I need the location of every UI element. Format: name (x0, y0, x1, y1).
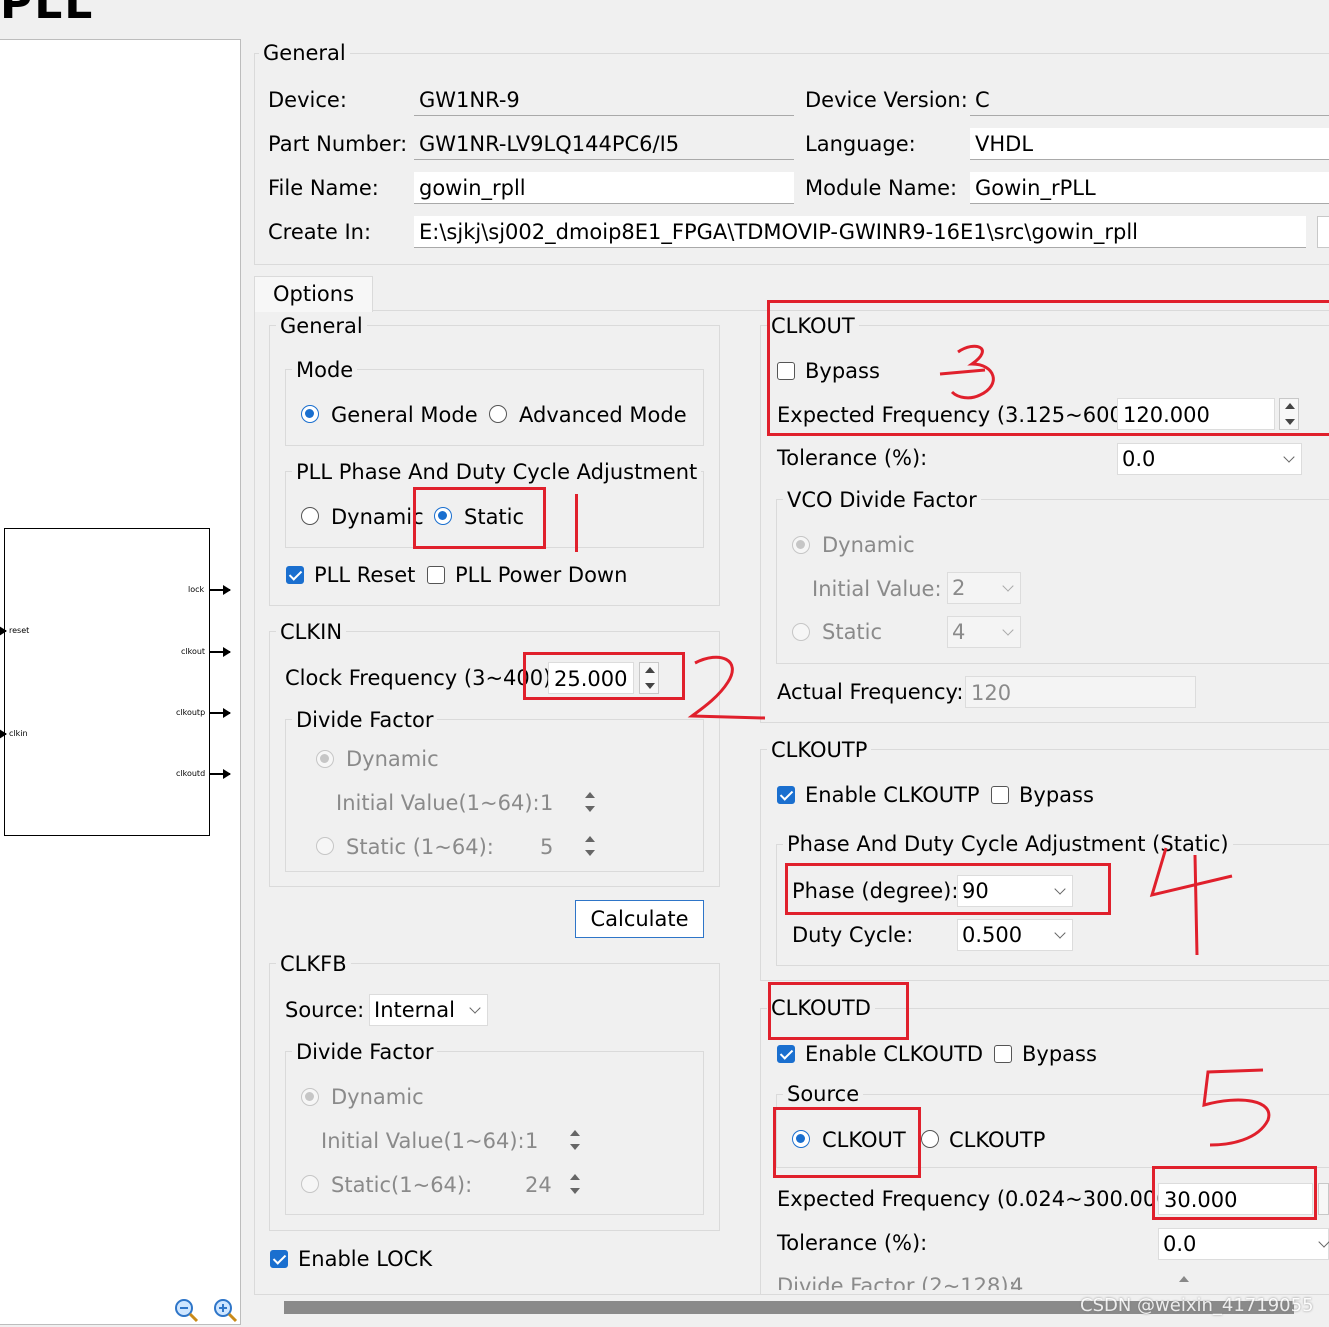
annotation-digit-4 (1149, 847, 1233, 956)
annotation-digit-2 (687, 655, 766, 720)
annotation-digit-5 (1202, 1068, 1271, 1147)
handwritten-annotations (687, 344, 1271, 1147)
watermark: CSDN @weixin_41719055 (1080, 1295, 1314, 1316)
annotation-digit-3 (939, 344, 995, 400)
